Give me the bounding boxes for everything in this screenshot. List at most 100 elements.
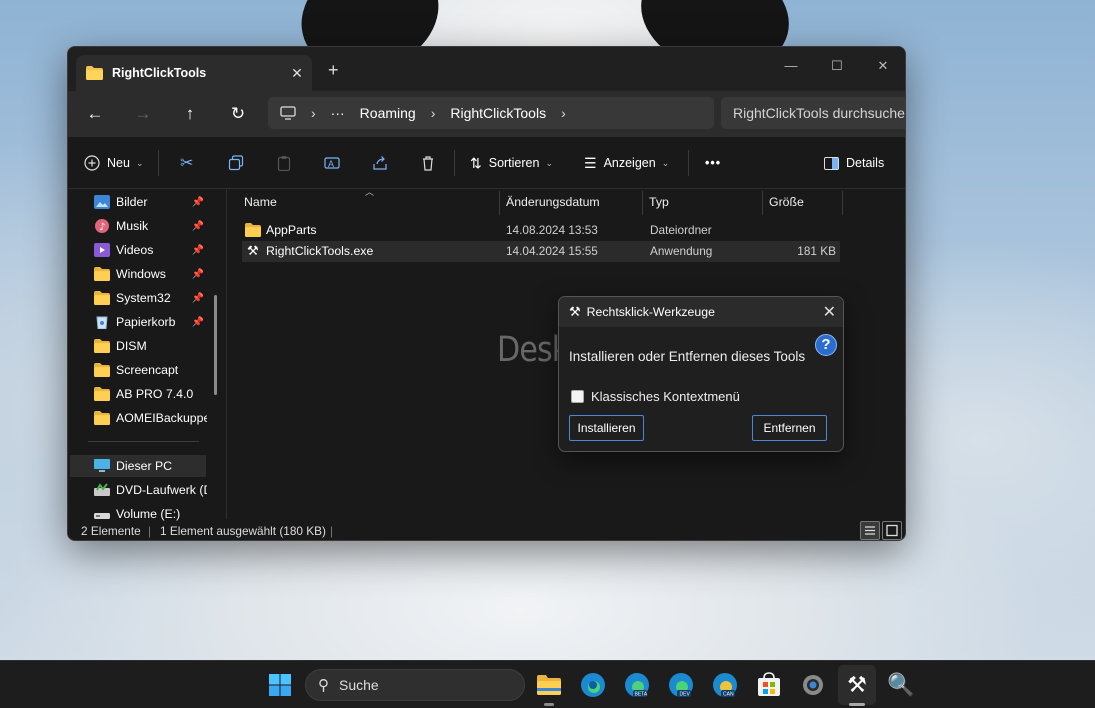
sidebar-item-screencapt[interactable]: Screencapt (70, 359, 207, 381)
folder-icon (94, 267, 110, 281)
sidebar-item-this-pc[interactable]: Dieser PC (70, 455, 206, 477)
sidebar-item-label: Bilder (116, 195, 148, 209)
file-explorer-icon[interactable] (535, 671, 563, 699)
cut-icon[interactable]: ✂ (180, 153, 193, 173)
delete-icon[interactable] (420, 153, 436, 173)
new-label: Neu (107, 156, 130, 170)
sidebar-item-bilder[interactable]: Bilder 📌 (70, 191, 207, 213)
column-header-modified[interactable]: Änderungsdatum (499, 189, 642, 215)
edge-icon[interactable] (579, 671, 607, 699)
details-view-icon[interactable] (860, 521, 880, 540)
sidebar-item-label: Musik (116, 219, 149, 233)
sidebar-item-system32[interactable]: System32 📌 (70, 287, 207, 309)
pin-icon: 📌 (191, 244, 204, 256)
breadcrumb-rightclicktools[interactable]: RightClickTools (450, 105, 546, 121)
taskbar-search[interactable]: ⚲ Suche (305, 669, 525, 701)
share-icon[interactable] (372, 153, 388, 173)
tool-icon[interactable]: ⚒ (843, 671, 871, 699)
explorer-window: RightClickTools ✕ + — ☐ ✕ ← → ↑ ↻ › ··· … (67, 46, 906, 541)
help-icon[interactable]: ? (815, 334, 837, 356)
maximize-icon[interactable]: ☐ (814, 53, 860, 79)
table-row[interactable]: ⚒ RightClickTools.exe 14.04.2024 15:55 A… (242, 241, 840, 262)
edge-dev-icon[interactable]: DEV (667, 671, 695, 699)
item-count: 2 Elemente (81, 524, 141, 538)
more-options-button[interactable]: ••• (705, 153, 721, 173)
up-icon[interactable]: ↑ (179, 103, 201, 125)
sidebar-item-dism[interactable]: DISM (70, 335, 207, 357)
pin-icon: 📌 (191, 220, 204, 232)
settings-icon[interactable] (799, 671, 827, 699)
table-row[interactable]: AppParts 14.08.2024 13:53 Dateiordner (242, 220, 840, 241)
sidebar-item-videos[interactable]: Videos 📌 (70, 239, 207, 261)
column-header-name[interactable]: Name (237, 189, 497, 215)
chevron-down-icon: ⌄ (545, 157, 554, 168)
sidebar-item-musik[interactable]: ♪ Musik 📌 (70, 215, 207, 237)
file-modified: 14.04.2024 15:55 (506, 244, 598, 258)
file-name: AppParts (266, 223, 317, 237)
address-row: ← → ↑ ↻ › ··· Roaming › RightClickTools … (68, 91, 905, 137)
rename-icon[interactable]: A (324, 153, 340, 173)
sidebar-item-label: Windows (116, 267, 166, 281)
file-name: RightClickTools.exe (266, 244, 374, 258)
new-tab-icon[interactable]: + (328, 60, 339, 81)
rechtsklick-dialog: ⚒ Rechtsklick-Werkzeuge ✕ Installieren o… (558, 296, 844, 452)
refresh-icon[interactable]: ↻ (227, 103, 249, 125)
sidebar-item-label: AOMEIBackupper (116, 411, 207, 425)
search-input[interactable]: RightClickTools durchsuchen (721, 97, 905, 129)
file-type: Dateiordner (650, 223, 712, 237)
edge-canary-icon[interactable]: CAN (711, 671, 739, 699)
toolbar-divider (454, 150, 455, 176)
back-icon[interactable]: ← (84, 103, 106, 125)
paste-icon[interactable] (276, 153, 292, 173)
sidebar-item-ab-pro[interactable]: AB PRO 7.4.0 (70, 383, 207, 405)
magnifier-icon[interactable]: 🔍 (887, 671, 915, 699)
running-indicator (849, 703, 865, 706)
breadcrumb-roaming[interactable]: Roaming (360, 105, 416, 121)
tab-close-icon[interactable]: ✕ (282, 65, 312, 82)
toolbar-divider (158, 150, 159, 176)
sidebar-item-dvd-drive[interactable]: DVD-Laufwerk (D: (70, 479, 207, 501)
copy-icon[interactable] (228, 153, 244, 173)
dialog-close-icon[interactable]: ✕ (823, 302, 836, 322)
new-button[interactable]: Neu ⌄ (84, 153, 143, 173)
sidebar-scrollbar[interactable] (214, 295, 217, 395)
view-button[interactable]: ☰ Anzeigen ⌄ (584, 153, 669, 173)
close-window-icon[interactable]: ✕ (860, 53, 905, 79)
sidebar-item-windows[interactable]: Windows 📌 (70, 263, 207, 285)
details-label: Details (846, 156, 885, 170)
sort-button[interactable]: ⇅ Sortieren ⌄ (470, 153, 553, 173)
pictures-icon (94, 195, 110, 209)
address-bar[interactable]: › ··· Roaming › RightClickTools › (268, 97, 714, 129)
forward-icon[interactable]: → (132, 103, 154, 125)
dvd-drive-icon (94, 483, 110, 496)
chevron-right-icon: › (311, 105, 316, 121)
details-button[interactable]: Details (824, 153, 884, 173)
minimize-icon[interactable]: — (768, 53, 814, 79)
edge-beta-icon[interactable]: BETA (623, 671, 651, 699)
tab-rightclicktools[interactable]: RightClickTools ✕ (76, 55, 312, 91)
folder-icon (94, 339, 110, 353)
running-indicator (544, 703, 554, 706)
tiles-view-icon[interactable] (882, 521, 902, 540)
store-icon[interactable] (755, 671, 783, 699)
sidebar-item-label: Dieser PC (116, 459, 173, 473)
classic-context-menu-checkbox[interactable] (571, 390, 584, 403)
svg-text:♪: ♪ (99, 222, 105, 233)
sidebar-item-papierkorb[interactable]: Papierkorb 📌 (70, 311, 207, 333)
file-size: 181 KB (797, 244, 836, 258)
chevron-down-icon: ⌄ (661, 157, 670, 168)
remove-button[interactable]: Entfernen (752, 415, 827, 441)
dialog-message: Installieren oder Entfernen dieses Tools (569, 349, 806, 364)
sidebar-item-label: Papierkorb (116, 315, 176, 329)
status-bar: 2 Elemente | 1 Element ausgewählt (180 K… (68, 519, 905, 540)
title-bar: RightClickTools ✕ + — ☐ ✕ (68, 47, 905, 91)
sidebar-item-aomeibackupper[interactable]: AOMEIBackupper (70, 407, 207, 429)
column-header-type[interactable]: Typ (642, 189, 762, 215)
install-button[interactable]: Installieren (569, 415, 644, 441)
svg-text:BETA: BETA (635, 692, 648, 698)
breadcrumb-overflow[interactable]: ··· (331, 105, 345, 121)
folder-icon (94, 411, 110, 425)
classic-context-menu-label[interactable]: Klassisches Kontextmenü (591, 389, 740, 404)
column-header-size[interactable]: Größe (762, 189, 842, 215)
start-icon[interactable] (266, 671, 294, 699)
